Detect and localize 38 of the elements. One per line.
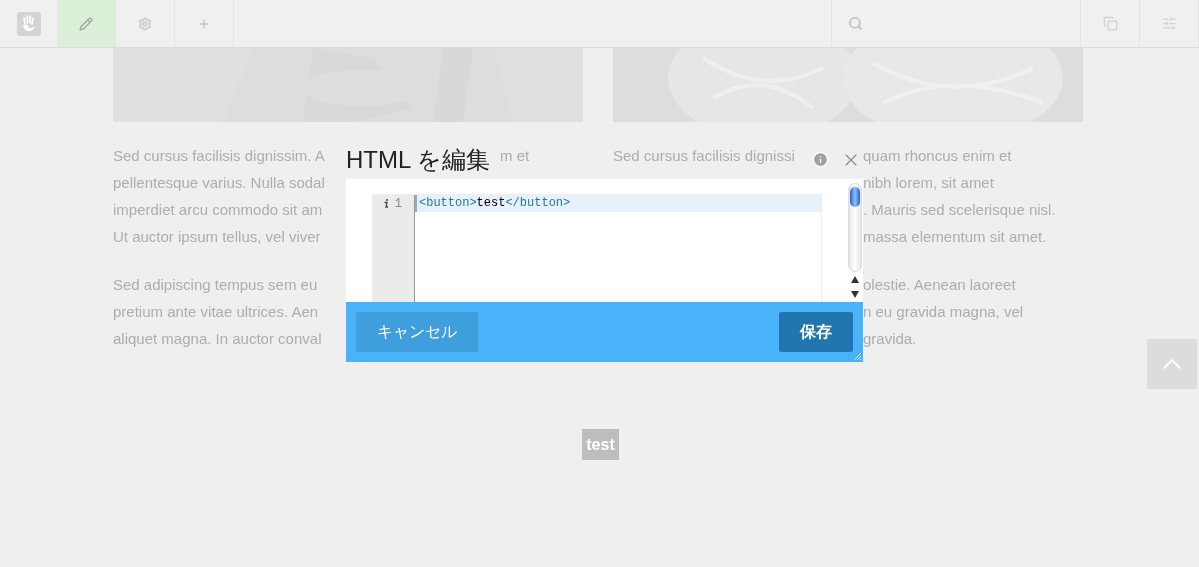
paragraph-line: aliquet magna. In auctor conval xyxy=(113,330,322,347)
sliders-icon xyxy=(1161,16,1177,31)
search-icon xyxy=(848,16,863,31)
hand-logo-icon[interactable] xyxy=(16,11,41,36)
scroll-up-arrow-icon[interactable] xyxy=(851,276,859,283)
gear-icon xyxy=(138,16,152,31)
paragraph-line: massa elementum sit amet. xyxy=(863,228,1047,245)
search-field[interactable] xyxy=(831,0,1081,47)
info-icon[interactable] xyxy=(812,151,829,168)
paragraph-line: imperdiet arcu commodo sit am xyxy=(113,201,323,218)
code-editor[interactable]: 1 <button>test</button> xyxy=(372,194,822,302)
paragraph-line: Sed adipiscing tempus sem eu xyxy=(113,276,318,293)
paragraph-line: pellentesque varius. Nulla sodal xyxy=(113,174,325,191)
scroll-down-arrow-icon[interactable] xyxy=(851,291,859,298)
paragraph-line: . Mauris sed scelerisque nisl. xyxy=(863,201,1056,218)
paragraph-line: quam rhoncus enim et xyxy=(863,147,1012,164)
scrollbar-thumb[interactable] xyxy=(850,187,860,207)
paragraph-line: pretium ante vitae ultrices. Aen xyxy=(113,303,319,320)
paragraph-line: Ut auctor ipsum tellus, vel viver xyxy=(113,228,321,245)
scroll-top-button[interactable] xyxy=(1147,339,1197,389)
paragraph-line: Sed cursus facilisis dignissi xyxy=(613,147,795,164)
paragraph-line: nibh lorem, sit amet xyxy=(863,174,994,191)
paragraph-line: m et xyxy=(500,147,530,164)
copy-icon xyxy=(1102,16,1118,31)
save-button[interactable]: 保存 xyxy=(779,312,853,352)
line-number: 1 xyxy=(394,195,402,213)
cancel-button[interactable]: キャンセル xyxy=(356,312,478,352)
paragraph-line: Sed cursus facilisis dignissim. A xyxy=(113,147,325,164)
dialog-title: HTML を編集 xyxy=(346,144,491,175)
paragraph-line: gravida. xyxy=(863,330,917,347)
resize-grip-icon[interactable] xyxy=(853,352,861,360)
plus-icon xyxy=(197,16,211,31)
paragraph-line: n eu gravida magna, vel xyxy=(863,303,1024,320)
paragraph-line: olestie. Aenean laoreet xyxy=(863,276,1016,293)
scrollbar-track[interactable] xyxy=(848,183,862,272)
info-marker-icon xyxy=(383,199,389,208)
toolbar-button[interactable] xyxy=(57,0,116,47)
pencil-icon xyxy=(79,16,93,31)
